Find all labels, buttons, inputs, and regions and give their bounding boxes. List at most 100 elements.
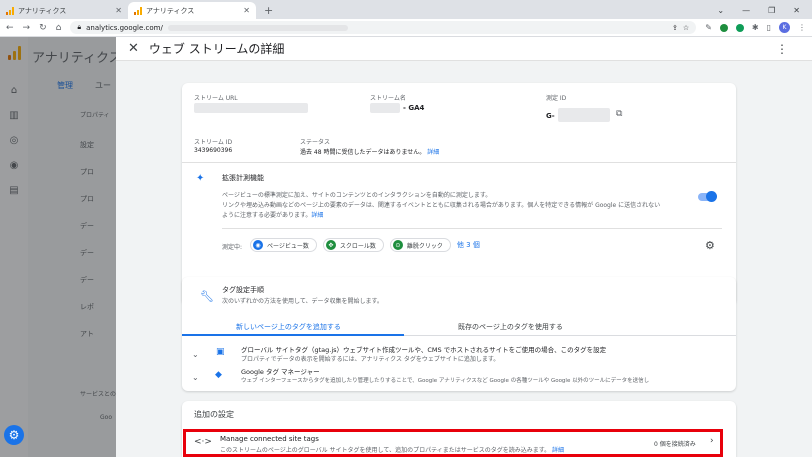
click-icon: ⊙ [392,240,403,250]
panel-title: ウェブ ストリームの詳細 [148,42,285,56]
bookmark-star-icon[interactable]: ☆ [683,24,689,32]
minimize-icon[interactable]: — [742,6,750,15]
admin-settings-icon[interactable]: ⚙ [4,425,24,445]
stream-name-suffix: - GA4 [403,104,425,112]
gtag-option[interactable]: ⌄ ▣ グローバル サイトタグ（gtag.js）ウェブサイト作成ツールや、CMS… [182,343,736,365]
divider [222,228,722,229]
tab-new-tag[interactable]: 新しいページ上のタグを追加する [236,322,341,332]
stream-id-label: ストリーム ID [194,139,233,146]
restore-icon[interactable]: ❐ [768,6,775,15]
eye-icon: ◉ [253,240,263,250]
additional-settings-title: 追加の設定 [194,410,234,419]
chevron-right-icon[interactable]: › [710,436,714,446]
tag-method-tabs: 新しいページ上のタグを追加する 既存のページ上のタグを使用する [182,318,736,336]
status-details-link[interactable]: 詳細 [427,149,439,156]
enhanced-details-link[interactable]: 詳細 [311,212,323,219]
status-text: 過去 48 時間に受信したデータはありません。 詳細 [300,147,439,156]
browser-tab-1[interactable]: アナリティクス ✕ [0,2,128,19]
enhanced-desc-3-text: ように注意する必要があります。 [222,212,312,219]
copy-icon[interactable]: ⧉ [616,109,622,119]
tab-search-icon[interactable]: ⌄ [717,6,724,15]
gtm-option[interactable]: ⌄ ◆ Google タグ マネージャー ウェブ インターフェースからタグを追加… [182,366,736,388]
back-icon[interactable]: ← [6,23,14,33]
extensions-puzzle-icon[interactable]: ✱ [752,23,759,32]
extensions-bar: ✎ ✱ ▯ K ⋮ [705,22,806,33]
more-events-link[interactable]: 他 3 個 [457,240,480,250]
profile-avatar[interactable]: K [779,22,790,33]
gtm-option-desc: ウェブ インターフェースからタグを追加したり管理したりすることで、Google … [241,378,650,384]
enhanced-desc-3: ように注意する必要があります。詳細 [222,210,323,219]
enhanced-title: 拡張計測機能 [222,174,264,182]
side-panel-icon[interactable]: ▯ [767,23,771,32]
extension-green-icon[interactable] [719,23,728,32]
modal-scrim[interactable] [0,37,116,457]
measurement-id-prefix: G- [546,112,555,120]
measuring-label: 測定中: [222,244,243,251]
tag-manager-icon: ◆ [215,370,222,380]
share-icon[interactable]: ⇪ [672,24,678,32]
close-tab-icon[interactable]: ✕ [243,6,250,15]
gtag-option-title: グローバル サイトタグ（gtag.js）ウェブサイト作成ツールや、CMS でホス… [241,346,607,354]
more-options-icon[interactable]: ⋮ [776,42,788,56]
window-controls: ⌄ — ❐ ✕ [717,2,812,19]
status-message: 過去 48 時間に受信したデータはありません。 [300,149,426,156]
extension-icon[interactable]: ✎ [705,23,712,32]
wrench-icon: 🔧︎ [200,290,214,303]
forward-icon[interactable]: → [23,23,31,33]
stream-url-redacted [194,103,308,113]
address-bar[interactable]: 🔒︎ analytics.google.com/ ⇪ ☆ [70,21,697,34]
web-stream-details-panel: ✕ ウェブ ストリームの詳細 ⋮ ストリーム URL ストリーム名 - GA4 … [116,37,812,457]
browser-toolbar: ← → ↻ ⌂ 🔒︎ analytics.google.com/ ⇪ ☆ ✎ ✱… [0,19,812,37]
code-brackets-icon: <·> [194,437,212,447]
stream-name-label: ストリーム名 [370,95,406,102]
enhanced-desc-1: ページビューの標準測定に加え、サイトのコンテンツとのインタラクションを自動的に測… [222,192,492,199]
enhanced-measurement-toggle[interactable] [698,191,717,202]
stream-name-redacted [370,103,400,113]
status-label: ステータス [300,139,331,146]
browser-tab-label: アナリティクス [146,6,195,15]
expand-icon[interactable]: ⌄ [192,350,199,359]
close-window-icon[interactable]: ✕ [793,6,800,15]
tag-setup-card: 🔧︎ タグ設定手順 次のいずれかの方法を使用して、データ収集を開始します。 新し… [182,277,736,391]
browser-tab-2[interactable]: アナリティクス ✕ [128,2,256,19]
outbound-clicks-chip: ⊙ 離脱クリック [389,238,451,252]
close-tab-icon[interactable]: ✕ [115,6,122,15]
extension-green-2-icon[interactable] [735,23,744,32]
scroll-icon: ✥ [325,240,336,250]
home-icon[interactable]: ⌂ [56,23,62,33]
divider [182,162,736,163]
chip-label: ページビュー数 [267,242,309,250]
url-path-redacted [167,24,348,31]
sparkle-icon: ✦ [196,173,205,184]
manage-connected-site-tags-row[interactable]: <·> Manage connected site tags このストリームのペ… [183,429,723,457]
browser-tab-label: アナリティクス [18,6,67,15]
browser-menu-icon[interactable]: ⋮ [798,23,806,32]
browser-tab-strip: アナリティクス ✕ アナリティクス ✕ + ⌄ — ❐ ✕ [0,0,812,19]
analytics-favicon-icon [6,6,14,15]
tag-setup-title: タグ設定手順 [222,286,264,294]
panel-header: ✕ ウェブ ストリームの詳細 ⋮ [116,37,812,61]
chip-label: スクロール数 [339,242,376,250]
tag-setup-subtitle: 次のいずれかの方法を使用して、データ収集を開始します。 [222,298,383,305]
active-tab-indicator [182,334,404,336]
scrolls-chip: ✥ スクロール数 [322,238,384,252]
settings-gear-icon[interactable]: ⚙ [705,239,715,252]
enhanced-desc-2: リンクや埋め込み動画などのページ上の要素のデータは、関連するイベントとともに収集… [222,202,661,209]
reload-icon[interactable]: ↻ [39,23,47,33]
gtm-option-title: Google タグ マネージャー [241,368,320,376]
lock-icon: 🔒︎ [77,23,82,31]
close-panel-icon[interactable]: ✕ [128,41,139,56]
measurement-id-redacted [558,108,610,122]
url-text: analytics.google.com/ [86,23,163,32]
code-tag-icon: ▣ [216,347,225,357]
measurement-id-label: 測定 ID [546,95,567,102]
analytics-favicon-icon [134,6,142,15]
tab-existing-tag[interactable]: 既存のページ上のタグを使用する [458,322,563,332]
new-tab-button[interactable]: + [256,2,281,19]
stream-info-card: ストリーム URL ストリーム名 - GA4 測定 ID G- ⧉ ストリーム … [182,83,736,305]
pageviews-chip: ◉ ページビュー数 [250,238,317,252]
connected-tags-details-link[interactable]: 詳細 [552,447,564,454]
measured-events-chips: ◉ ページビュー数 ✥ スクロール数 ⊙ 離脱クリック 他 3 個 [250,238,480,252]
expand-icon[interactable]: ⌄ [192,373,199,382]
gtag-option-desc: プロパティでデータの表示を開始するには、アナリティクス タグをウェブサイトに追加… [241,356,500,363]
